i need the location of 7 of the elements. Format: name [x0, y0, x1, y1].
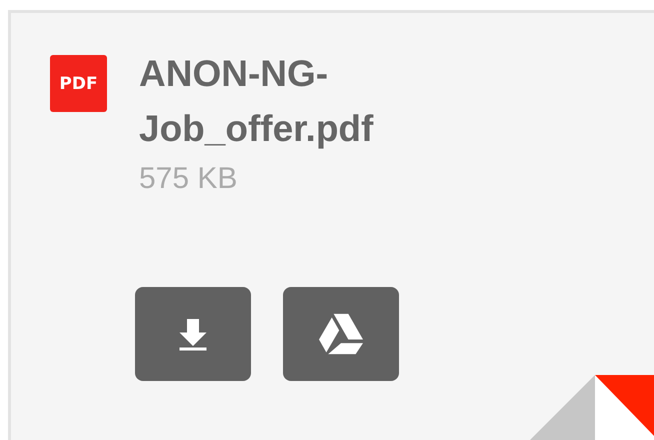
file-name: ANON-NG-Job_offer.pdf: [139, 52, 374, 151]
download-button[interactable]: [135, 287, 251, 381]
file-size: 575 KB: [139, 161, 238, 197]
attachment-card[interactable]: PDF ANON-NG-Job_offer.pdf 575 KB: [8, 10, 654, 440]
file-type-icon: PDF: [50, 55, 107, 112]
save-to-drive-button[interactable]: [283, 287, 399, 381]
drive-icon: [319, 312, 363, 356]
